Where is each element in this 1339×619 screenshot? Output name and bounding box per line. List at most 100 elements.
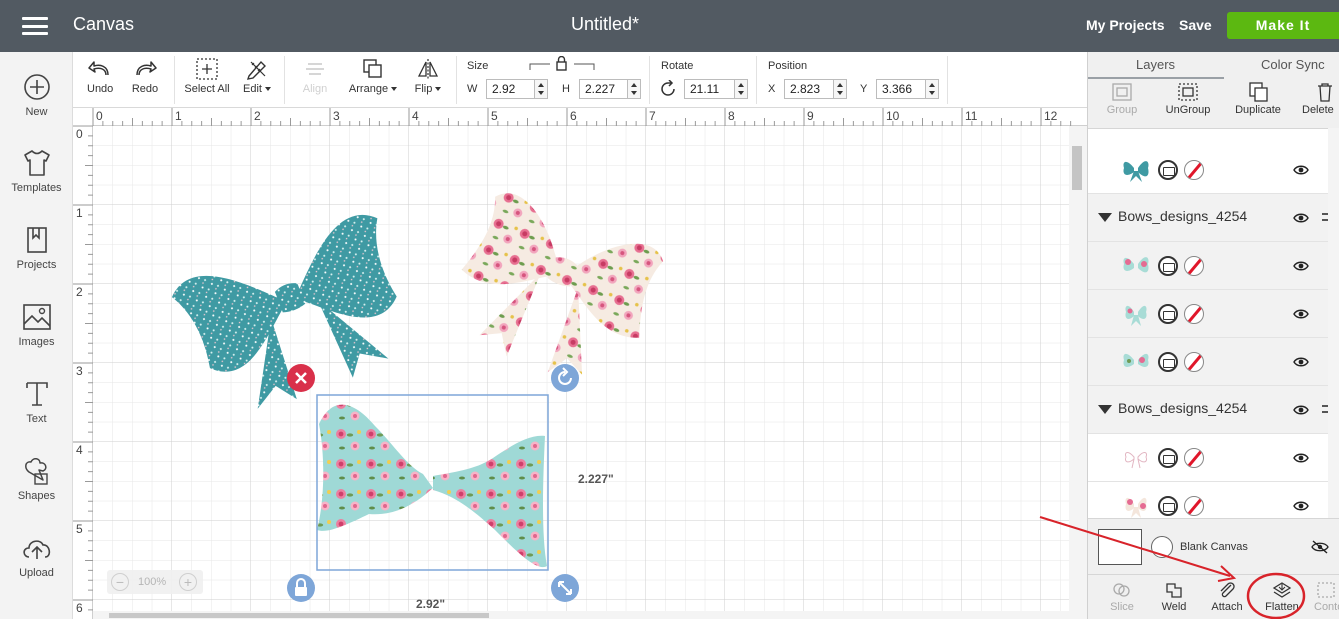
no-fill-icon[interactable] bbox=[1184, 448, 1204, 468]
edit-dropdown[interactable]: Edit bbox=[239, 58, 275, 95]
weld-button[interactable]: Weld bbox=[1156, 581, 1192, 613]
edit-toolbar: Undo Redo Select All Edit Align Arrange … bbox=[73, 52, 1087, 108]
height-input[interactable]: 2.227 bbox=[579, 79, 641, 99]
sidebar-item-projects[interactable]: Projects bbox=[0, 225, 73, 271]
eye-icon[interactable] bbox=[1293, 355, 1309, 369]
document-title[interactable]: Untitled* bbox=[0, 14, 1210, 35]
design-canvas[interactable]: 0 1 2 3 4 5 6 7 8 9 10 11 12 0 1 2 3 4 5… bbox=[73, 108, 1087, 619]
rotate-input[interactable]: 21.11 bbox=[684, 79, 748, 99]
toolbar-divider bbox=[174, 56, 175, 104]
flip-icon bbox=[417, 59, 439, 79]
height-stepper[interactable] bbox=[627, 80, 640, 98]
blank-canvas-row[interactable]: Blank Canvas bbox=[1088, 518, 1339, 574]
delete-button[interactable]: Delete bbox=[1298, 82, 1339, 116]
no-fill-icon[interactable] bbox=[1184, 496, 1204, 516]
horizontal-ruler-ticks bbox=[92, 108, 1072, 126]
print-icon[interactable] bbox=[1158, 496, 1178, 516]
my-projects-link[interactable]: My Projects bbox=[1086, 17, 1165, 33]
contour-button[interactable]: Contour bbox=[1314, 581, 1339, 613]
sidebar-item-text[interactable]: Text bbox=[0, 379, 73, 425]
rotate-stepper[interactable] bbox=[734, 80, 747, 98]
layer-row[interactable] bbox=[1088, 338, 1339, 386]
make-it-button[interactable]: Make It bbox=[1227, 12, 1339, 39]
no-fill-icon[interactable] bbox=[1184, 256, 1204, 276]
canvas-color-swatch[interactable] bbox=[1098, 529, 1142, 565]
layer-row[interactable] bbox=[1088, 290, 1339, 338]
zoom-out-button[interactable]: − bbox=[111, 573, 129, 591]
print-icon[interactable] bbox=[1158, 160, 1178, 180]
eye-icon[interactable] bbox=[1293, 163, 1309, 177]
sidebar-item-shapes[interactable]: Shapes bbox=[0, 456, 73, 502]
group-button[interactable]: Group bbox=[1102, 82, 1142, 116]
ruler-y-4: 4 bbox=[76, 443, 83, 457]
width-input[interactable]: 2.92 bbox=[486, 79, 548, 99]
rotate-handle[interactable] bbox=[551, 364, 579, 392]
position-y-input[interactable]: 3.366 bbox=[876, 79, 939, 99]
undo-button[interactable]: Undo bbox=[87, 58, 113, 95]
print-icon[interactable] bbox=[1158, 304, 1178, 324]
scroll-thumb[interactable] bbox=[109, 613, 489, 618]
flip-dropdown[interactable]: Flip bbox=[410, 58, 446, 95]
print-icon[interactable] bbox=[1158, 352, 1178, 372]
canvas-horizontal-scrollbar[interactable] bbox=[93, 611, 1069, 619]
ungroup-button[interactable]: UnGroup bbox=[1164, 82, 1212, 116]
blank-canvas-radio[interactable] bbox=[1151, 536, 1173, 558]
sidebar-item-new[interactable]: New bbox=[0, 72, 73, 118]
attach-label: Attach bbox=[1211, 601, 1243, 613]
chevron-down-icon bbox=[391, 87, 398, 92]
attach-button[interactable]: Attach bbox=[1209, 581, 1245, 613]
save-button[interactable]: Save bbox=[1179, 17, 1212, 33]
no-fill-icon[interactable] bbox=[1184, 304, 1204, 324]
sidebar-item-templates[interactable]: Templates bbox=[0, 148, 73, 194]
expand-icon[interactable] bbox=[1098, 213, 1112, 222]
position-x-stepper[interactable] bbox=[833, 80, 846, 98]
expand-icon[interactable] bbox=[1098, 405, 1112, 414]
duplicate-label: Duplicate bbox=[1235, 104, 1281, 116]
lock-aspect-icon[interactable] bbox=[528, 56, 596, 72]
position-y-stepper[interactable] bbox=[925, 80, 938, 98]
no-fill-icon[interactable] bbox=[1184, 352, 1204, 372]
ruler-x-12: 12 bbox=[1044, 109, 1058, 123]
position-x-input[interactable]: 2.823 bbox=[784, 79, 847, 99]
eye-icon[interactable] bbox=[1293, 259, 1309, 273]
eye-icon[interactable] bbox=[1293, 451, 1309, 465]
layer-row[interactable] bbox=[1088, 242, 1339, 290]
scroll-thumb[interactable] bbox=[1072, 146, 1082, 190]
eye-icon[interactable] bbox=[1293, 499, 1309, 513]
no-fill-icon[interactable] bbox=[1184, 160, 1204, 180]
canvas-vertical-scrollbar[interactable] bbox=[1069, 126, 1087, 619]
tab-layers[interactable]: Layers bbox=[1136, 57, 1175, 72]
rotate-label: Rotate bbox=[661, 60, 694, 72]
print-icon[interactable] bbox=[1158, 448, 1178, 468]
toolbar-divider bbox=[756, 56, 757, 104]
slice-button[interactable]: Slice bbox=[1104, 581, 1140, 613]
layers-scrollbar[interactable] bbox=[1328, 128, 1339, 570]
layer-group[interactable]: Bows_designs_4254 bbox=[1088, 386, 1339, 434]
delete-handle[interactable] bbox=[287, 364, 315, 392]
print-icon[interactable] bbox=[1158, 256, 1178, 276]
select-all-icon bbox=[196, 58, 218, 80]
sidebar-label-shapes: Shapes bbox=[17, 490, 56, 502]
paperclip-icon bbox=[1220, 582, 1235, 598]
sidebar-item-upload[interactable]: Upload bbox=[0, 533, 73, 579]
align-dropdown[interactable]: Align bbox=[295, 58, 335, 95]
arrange-dropdown[interactable]: Arrange bbox=[345, 58, 401, 95]
eye-icon[interactable] bbox=[1293, 307, 1309, 321]
eye-icon[interactable] bbox=[1293, 211, 1309, 225]
duplicate-button[interactable]: Duplicate bbox=[1232, 82, 1284, 116]
eye-icon[interactable] bbox=[1293, 403, 1309, 417]
flatten-button[interactable]: Flatten bbox=[1263, 581, 1301, 613]
redo-button[interactable]: Redo bbox=[130, 58, 160, 95]
layer-group[interactable]: Bows_designs_4254 bbox=[1088, 194, 1339, 242]
resize-handle[interactable] bbox=[551, 574, 579, 602]
tab-color-sync[interactable]: Color Sync bbox=[1261, 57, 1325, 72]
layer-row[interactable] bbox=[1088, 434, 1339, 482]
zoom-in-button[interactable]: + bbox=[179, 573, 197, 591]
layer-row[interactable] bbox=[1088, 146, 1339, 194]
width-stepper[interactable] bbox=[534, 80, 547, 98]
lock-handle[interactable] bbox=[287, 574, 315, 602]
sidebar-item-images[interactable]: Images bbox=[0, 302, 73, 348]
eye-hidden-icon[interactable] bbox=[1311, 540, 1329, 554]
select-all-button[interactable]: Select All bbox=[183, 58, 231, 95]
position-x-value: 2.823 bbox=[790, 82, 821, 96]
